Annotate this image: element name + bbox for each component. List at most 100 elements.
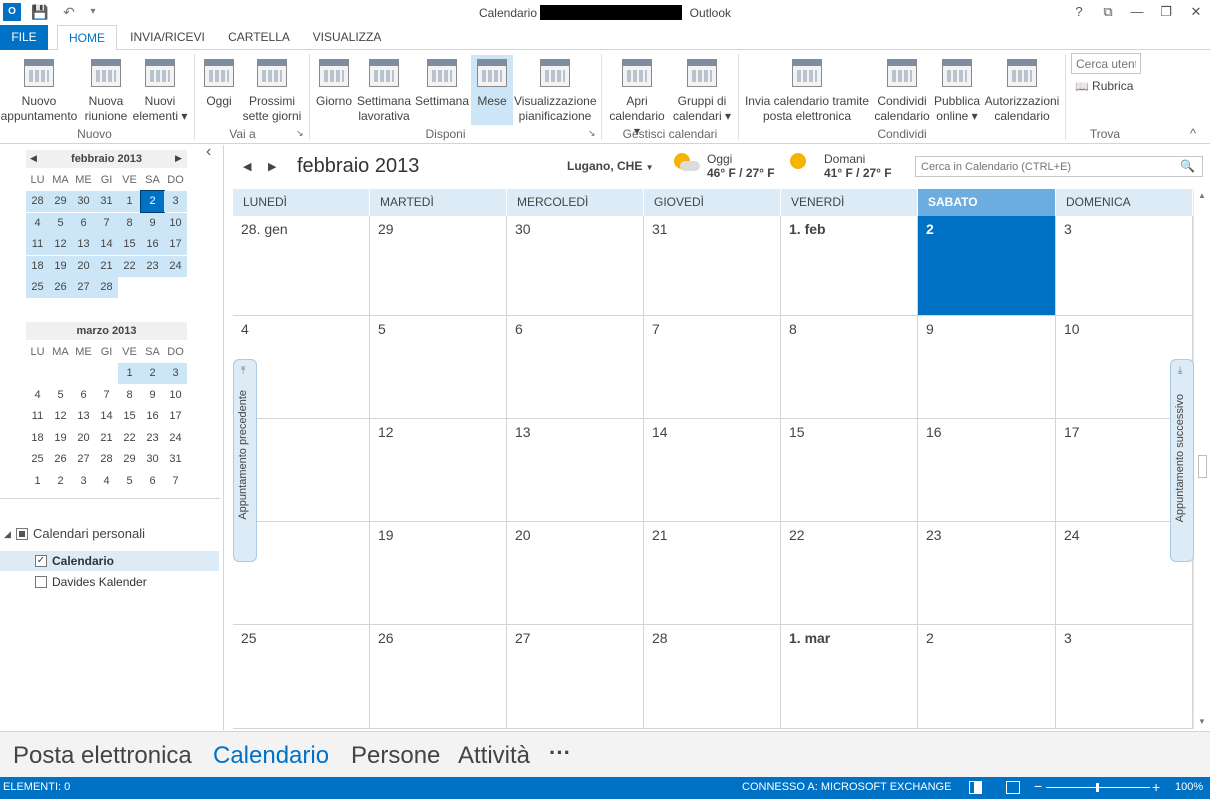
mini-calendar-day[interactable]: 21: [95, 255, 118, 277]
calendar-day-cell[interactable]: 15: [781, 419, 918, 522]
calendar-checkbox[interactable]: [35, 576, 47, 588]
mini-calendar-day[interactable]: 6: [72, 385, 95, 406]
mini-calendar-day[interactable]: 17: [164, 234, 187, 255]
mini-calendar-day[interactable]: 3: [164, 363, 187, 384]
mini-calendar-day[interactable]: 25: [26, 449, 49, 470]
mini-calendar-day[interactable]: 10: [164, 212, 187, 234]
new-appointment-button[interactable]: Nuovo appuntamento: [0, 55, 78, 125]
calendar-day-cell[interactable]: 3: [1056, 625, 1193, 729]
calendar-day-cell[interactable]: 19: [370, 522, 507, 625]
calendar-item-davides-kalender[interactable]: Davides Kalender: [0, 572, 219, 592]
calendar-day-cell[interactable]: 31: [644, 216, 781, 316]
mini-calendar-day[interactable]: 12: [49, 234, 72, 255]
mini-calendar-day[interactable]: 13: [72, 406, 95, 427]
mini-calendar-day[interactable]: 11: [26, 406, 49, 427]
mini-calendar-day[interactable]: 3: [164, 191, 187, 212]
today-button[interactable]: Oggi: [199, 55, 239, 125]
restore-button[interactable]: ❐: [1155, 2, 1177, 22]
mini-calendar-day[interactable]: 17: [164, 406, 187, 427]
mini-calendar-day[interactable]: 30: [141, 449, 164, 470]
mini-calendar-day[interactable]: 22: [118, 428, 141, 449]
goto-launcher-icon[interactable]: ↘: [296, 128, 304, 139]
month-view-button[interactable]: Mese: [471, 55, 513, 125]
day-view-button[interactable]: Giorno: [314, 55, 354, 125]
ribbon-display-options-button[interactable]: ⧉: [1097, 2, 1119, 22]
week-view-button[interactable]: Settimana: [414, 55, 470, 125]
mini-calendar-day[interactable]: 7: [164, 471, 187, 492]
mini-calendar-day[interactable]: 29: [118, 449, 141, 470]
mini-calendar-day[interactable]: 3: [72, 471, 95, 492]
mini-calendar-day[interactable]: 4: [95, 471, 118, 492]
mini-calendar-day[interactable]: 2: [49, 471, 72, 492]
mini-calendar-day[interactable]: 23: [141, 255, 164, 277]
calendar-day-cell[interactable]: 20: [507, 522, 644, 625]
calendar-day-cell[interactable]: 3: [1056, 216, 1193, 316]
arrange-launcher-icon[interactable]: ↘: [588, 128, 596, 139]
mini-calendar-day[interactable]: 28: [26, 191, 49, 212]
mini-calendar-day[interactable]: 25: [26, 277, 49, 298]
calendar-checkbox-checked[interactable]: ✓: [35, 555, 47, 567]
next-seven-days-button[interactable]: Prossimi sette giorni: [240, 55, 304, 125]
calendar-day-cell[interactable]: 8: [781, 316, 918, 419]
address-book-button[interactable]: 📖 Rubrica: [1075, 79, 1133, 93]
mini-calendar-day[interactable]: 5: [49, 385, 72, 406]
mini-calendar-day[interactable]: 16: [141, 234, 164, 255]
calendar-day-cell[interactable]: 16: [918, 419, 1056, 522]
mini-calendar-day[interactable]: 6: [72, 212, 95, 234]
mini-calendar-day[interactable]: 4: [26, 385, 49, 406]
mini-calendar-day[interactable]: 31: [164, 449, 187, 470]
help-button[interactable]: ?: [1068, 2, 1090, 22]
mini-calendar-day[interactable]: 18: [26, 255, 49, 277]
mini-calendar-day[interactable]: 6: [141, 471, 164, 492]
location-selector[interactable]: Lugano, CHE ▼: [567, 159, 654, 173]
mini-calendar-day[interactable]: 27: [72, 449, 95, 470]
calendar-day-cell[interactable]: 25: [233, 625, 370, 729]
calendar-day-cell[interactable]: 1. feb: [781, 216, 918, 316]
calendar-day-cell[interactable]: 27: [507, 625, 644, 729]
mini-calendar-day[interactable]: 12: [49, 406, 72, 427]
mini-calendar-day[interactable]: 26: [49, 277, 72, 298]
tab-file[interactable]: FILE: [0, 25, 48, 50]
mini-calendar-day[interactable]: 2: [140, 190, 165, 213]
mini-calendar-day[interactable]: 13: [72, 234, 95, 255]
calendar-day-cell[interactable]: 9: [918, 316, 1056, 419]
calendar-day-cell[interactable]: 26: [370, 625, 507, 729]
mini-calendar-day[interactable]: 21: [95, 428, 118, 449]
open-calendar-button[interactable]: Apri calendario ▾: [605, 55, 669, 138]
mini-calendar-day[interactable]: 10: [164, 385, 187, 406]
zoom-slider-thumb[interactable]: [1096, 783, 1099, 792]
tab-view[interactable]: VISUALIZZA: [307, 25, 387, 50]
mini-calendar-day[interactable]: 8: [118, 212, 141, 234]
calendar-day-cell[interactable]: 21: [644, 522, 781, 625]
scroll-down-icon[interactable]: ▼: [1198, 717, 1206, 726]
mini-calendar-day[interactable]: 8: [118, 385, 141, 406]
share-calendar-button[interactable]: Condividi calendario: [873, 55, 931, 125]
mini-calendar-day[interactable]: 19: [49, 255, 72, 277]
mini-calendar-day[interactable]: 14: [95, 406, 118, 427]
calendar-day-cell[interactable]: 7: [644, 316, 781, 419]
mini-calendar-day[interactable]: 16: [141, 406, 164, 427]
calendar-day-cell[interactable]: 12: [370, 419, 507, 522]
mini-calendar-day[interactable]: 7: [95, 385, 118, 406]
calendar-permissions-button[interactable]: Autorizzazioni calendario: [983, 55, 1061, 125]
nav-people[interactable]: Persone: [351, 742, 440, 770]
calendar-day-cell[interactable]: 23: [918, 522, 1056, 625]
calendar-day-cell[interactable]: 22: [781, 522, 918, 625]
mini-calendar-day[interactable]: 5: [49, 212, 72, 234]
mini-calendar-day[interactable]: 27: [72, 277, 95, 298]
calendar-item-calendario[interactable]: ✓ Calendario: [0, 551, 219, 571]
mini-calendar-day[interactable]: 11: [26, 234, 49, 255]
mini-calendar-day[interactable]: 9: [141, 385, 164, 406]
previous-month-button[interactable]: ◀: [243, 160, 251, 173]
next-month-button[interactable]: ▶: [268, 160, 276, 173]
group-checkbox[interactable]: [16, 528, 28, 540]
mini-calendar-day[interactable]: 30: [72, 191, 95, 212]
new-items-button[interactable]: Nuovi elementi ▾: [131, 55, 189, 125]
collapse-ribbon-icon[interactable]: ^: [1190, 126, 1196, 141]
calendar-day-cell[interactable]: 14: [644, 419, 781, 522]
new-meeting-button[interactable]: Nuova riunione: [81, 55, 131, 125]
mini-calendar-day[interactable]: 1: [118, 191, 141, 212]
mini-calendar-day[interactable]: 28: [95, 277, 118, 298]
mini-calendar-day[interactable]: 7: [95, 212, 118, 234]
next-appointment-tab[interactable]: ⇥ Appuntamento successivo: [1170, 359, 1194, 562]
